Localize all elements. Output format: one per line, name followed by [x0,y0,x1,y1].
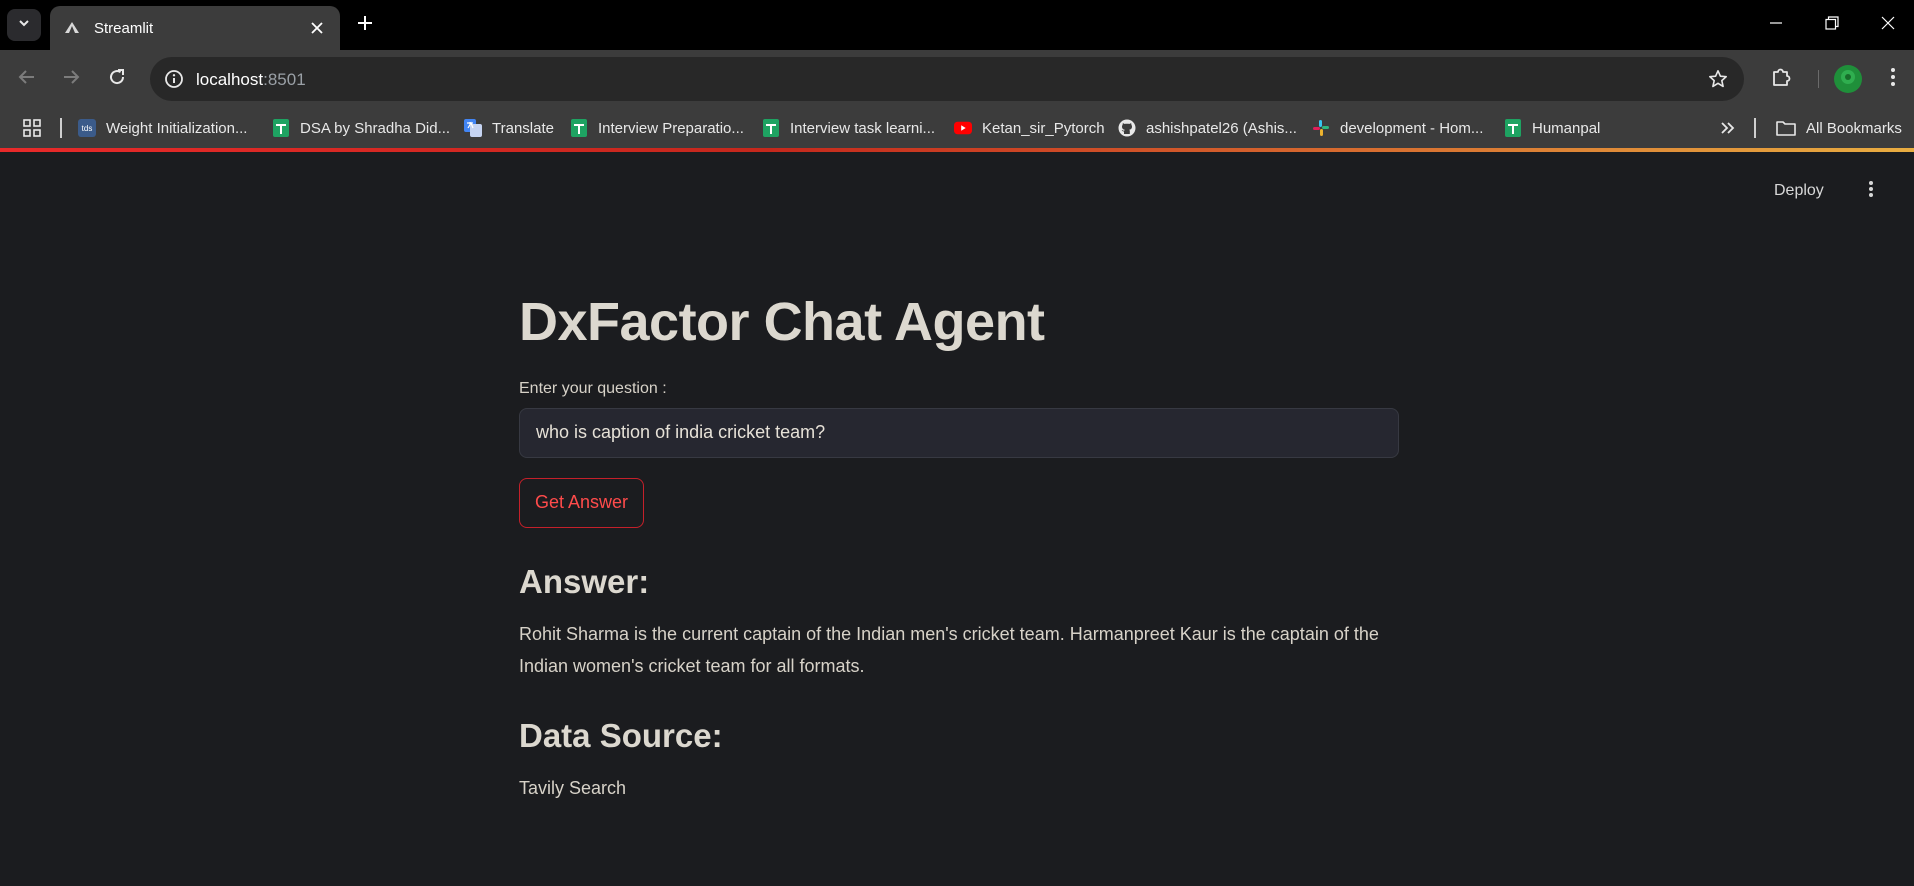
apps-grid-icon[interactable] [20,116,44,140]
site-info-icon[interactable] [162,67,186,91]
avatar-icon [1839,68,1857,91]
close-window-button[interactable] [1860,0,1914,50]
folder-icon [1776,120,1796,136]
translate-icon [464,119,482,137]
app-header: Deploy [0,152,1914,212]
bookmarks-divider [60,118,62,138]
restore-button[interactable] [1804,0,1860,50]
browser-toolbar: localhost:8501 [0,50,1914,108]
main-content: DxFactor Chat Agent Enter your question … [519,290,1399,799]
main-menu-button[interactable] [1860,180,1882,202]
more-bookmarks-icon[interactable] [1716,116,1740,140]
new-tab-button[interactable] [352,12,378,38]
bookmark-label: ashishpatel26 (Ashis... [1146,119,1297,137]
sheets-icon [272,119,290,137]
tab-search-button[interactable] [7,9,41,41]
bookmark-label: Humanpal [1532,119,1601,137]
url-text: localhost:8501 [196,70,306,90]
bookmarks-divider [1754,118,1756,138]
tds-icon-text: tds [78,119,96,137]
arrow-right-icon [62,68,80,91]
toolbar-divider [1818,70,1819,88]
all-bookmarks-label: All Bookmarks [1806,119,1902,137]
streamlit-icon [64,20,80,36]
question-label: Enter your question : [519,379,667,397]
bookmark-item[interactable]: ashishpatel26 (Ashis... [1118,114,1297,142]
bookmark-item[interactable]: Interview Preparatio... [570,114,744,142]
answer-text: Rohit Sharma is the current captain of t… [519,624,1379,677]
bookmark-item[interactable]: Humanpal [1504,114,1600,142]
get-answer-button[interactable]: Get Answer [519,477,645,528]
url-host: localhost [196,70,264,89]
minimize-icon [1769,16,1783,35]
extensions-button[interactable] [1766,64,1796,94]
arrow-left-icon [18,68,36,91]
forward-button[interactable] [56,64,86,94]
chevron-down-icon [17,16,31,35]
close-icon[interactable] [306,17,328,39]
bookmarks-bar: tds Weight Initialization... DSA by Shra… [0,108,1914,148]
bookmark-item[interactable]: Interview task learni... [762,114,935,142]
close-icon [1881,16,1895,35]
browser-tab[interactable]: Streamlit [50,6,340,50]
tab-strip: Streamlit [0,0,1914,50]
tab-title: Streamlit [94,19,154,37]
restore-icon [1825,15,1839,35]
bookmark-label: Interview task learni... [790,119,936,137]
all-bookmarks-button[interactable]: All Bookmarks [1776,114,1902,142]
url-port: :8501 [263,70,306,89]
answer-heading: Answer: [519,562,650,600]
kebab-menu-icon [1868,180,1874,203]
plus-icon [357,15,373,36]
data-source-text: Tavily Search [519,777,627,798]
bookmark-item[interactable]: DSA by Shradha Did... [272,114,450,142]
sheets-icon [762,119,780,137]
youtube-icon [954,119,972,137]
kebab-menu-icon [1890,67,1896,92]
data-source-heading: Data Source: [519,717,723,755]
tds-icon: tds [78,119,96,137]
bookmark-label: Weight Initialization... [106,119,248,137]
back-button[interactable] [12,64,42,94]
puzzle-icon [1770,66,1792,93]
reload-icon [108,68,126,91]
minimize-button[interactable] [1748,0,1804,50]
address-bar[interactable]: localhost:8501 [150,57,1744,101]
deploy-button[interactable]: Deploy [1774,182,1824,200]
bookmark-label: Interview Preparatio... [598,119,744,137]
profile-avatar[interactable] [1834,65,1862,93]
sheets-icon [570,119,588,137]
sheets-icon [1504,119,1522,137]
bookmark-item[interactable]: Ketan_sir_Pytorch [954,114,1105,142]
bookmark-item[interactable]: development - Hom... [1312,114,1483,142]
bookmark-item[interactable]: Translate [464,114,554,142]
bookmark-item[interactable]: tds Weight Initialization... [78,114,247,142]
bookmark-label: Translate [492,119,554,137]
browser-menu-button[interactable] [1878,64,1908,94]
slack-icon [1312,119,1330,137]
bookmark-label: Ketan_sir_Pytorch [982,119,1105,137]
page-title: DxFactor Chat Agent [519,292,1045,352]
bookmark-star-icon[interactable] [1706,67,1730,91]
reload-button[interactable] [102,64,132,94]
question-input[interactable] [519,407,1399,458]
github-icon [1118,119,1136,137]
bookmark-label: DSA by Shradha Did... [300,119,451,137]
bookmark-label: development - Hom... [1340,119,1484,137]
